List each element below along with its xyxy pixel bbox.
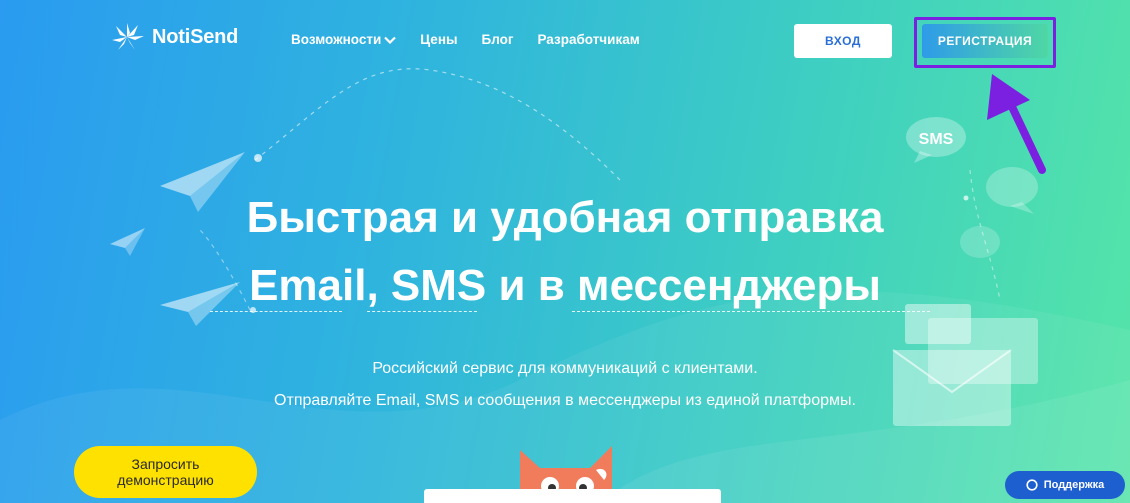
- hero-subtitle-line1: Российский сервис для коммуникаций с кли…: [372, 360, 758, 377]
- nav-item-blog[interactable]: Блог: [482, 32, 514, 47]
- hero-title-line2: Email, SMS и в мессенджеры: [249, 261, 881, 310]
- hero-title-line1: Быстрая и удобная отправка: [246, 193, 884, 242]
- arrow-pointer-icon: [987, 74, 1046, 174]
- form-card: [424, 489, 721, 503]
- title-underline: [367, 311, 477, 312]
- request-demo-button[interactable]: Запросить демонстрацию: [74, 446, 257, 498]
- chat-bubble-icon: [1026, 479, 1038, 491]
- nav-item-developers[interactable]: Разработчикам: [537, 32, 639, 47]
- nav-item-label: Цены: [420, 32, 458, 47]
- nav-item-label: Блог: [481, 32, 514, 47]
- title-underline: [210, 311, 342, 312]
- login-button[interactable]: ВХОД: [794, 24, 892, 58]
- main-nav: Возможности Цены Блог Разработчикам: [291, 32, 640, 47]
- hero-section: NotiSend Возможности Цены Блог Разработч…: [0, 0, 1130, 503]
- register-highlight-box: [914, 17, 1056, 68]
- nav-item-features[interactable]: Возможности: [291, 32, 397, 47]
- title-underline: [572, 311, 930, 312]
- logo[interactable]: NotiSend: [108, 22, 238, 52]
- hero-subtitle-line2: Отправляйте Email, SMS и сообщения в мес…: [274, 392, 856, 409]
- sms-bubble-label: SMS: [918, 131, 954, 148]
- hero-decorations: [0, 68, 1130, 503]
- support-label: Поддержка: [1043, 479, 1105, 491]
- logo-burst-icon: [112, 23, 144, 50]
- sms-bubble: SMS: [904, 115, 968, 165]
- nav-item-label: Возможности: [291, 32, 382, 47]
- nav-item-label: Разработчикам: [537, 32, 640, 47]
- logo-text: NotiSend: [152, 25, 239, 48]
- nav-item-prices[interactable]: Цены: [420, 32, 457, 47]
- support-button[interactable]: Поддержка: [1005, 471, 1125, 499]
- chevron-down-icon: [384, 36, 397, 44]
